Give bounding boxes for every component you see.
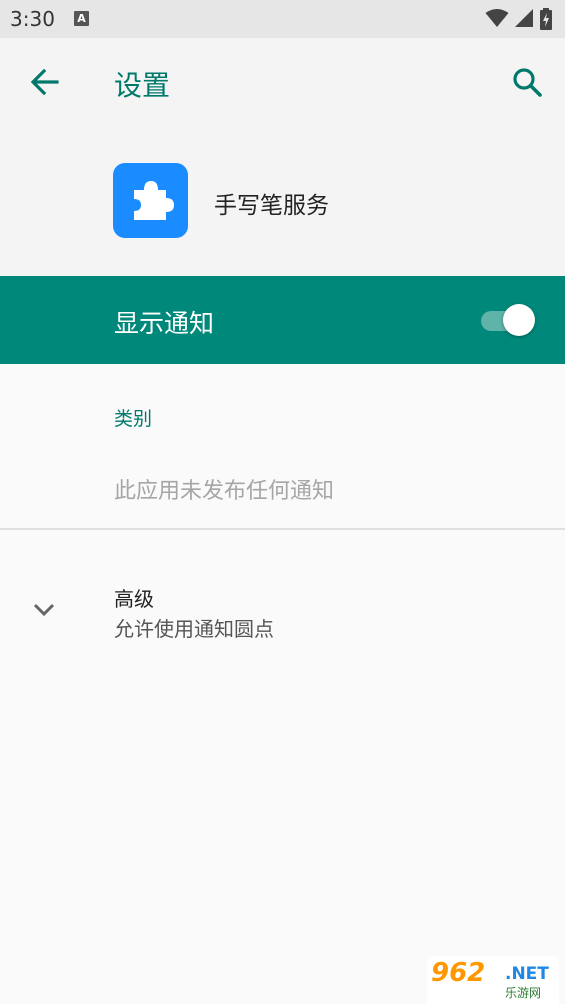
status-icons bbox=[481, 8, 553, 30]
search-icon bbox=[513, 68, 542, 97]
battery-icon bbox=[540, 8, 552, 30]
watermark-logo: 962 .NET 乐游网 bbox=[427, 956, 559, 1004]
app-icon bbox=[113, 163, 188, 238]
back-button[interactable] bbox=[25, 62, 65, 102]
wifi-icon bbox=[485, 9, 509, 27]
switch-thumb bbox=[503, 304, 535, 336]
toggle-label: 显示通知 bbox=[114, 309, 215, 338]
a-icon: A bbox=[74, 11, 89, 26]
status-time: 3:30 bbox=[10, 7, 55, 31]
show-notifications-toggle-row[interactable]: 显示通知 bbox=[0, 276, 565, 364]
app-bar: 设置 bbox=[0, 38, 565, 126]
divider bbox=[0, 528, 565, 530]
status-bar: 3:30 A bbox=[0, 0, 565, 38]
puzzle-icon bbox=[134, 181, 174, 220]
watermark-number: 962 bbox=[431, 958, 486, 988]
empty-message: 此应用未发布任何通知 bbox=[114, 479, 335, 504]
chevron-down-icon bbox=[33, 603, 55, 617]
watermark-net: .NET bbox=[505, 964, 549, 984]
app-name: 手写笔服务 bbox=[214, 193, 329, 219]
watermark-subtitle: 乐游网 bbox=[505, 986, 542, 1000]
notifications-switch[interactable] bbox=[481, 304, 535, 336]
signal-icon bbox=[515, 9, 533, 27]
app-header: 手写笔服务 bbox=[0, 126, 565, 276]
search-button[interactable] bbox=[507, 62, 547, 102]
category-heading: 类别 bbox=[114, 408, 153, 430]
arrow-left-icon bbox=[30, 68, 59, 96]
advanced-summary: 允许使用通知圆点 bbox=[114, 617, 274, 641]
page-title: 设置 bbox=[114, 69, 171, 102]
advanced-row[interactable]: 高级 允许使用通知圆点 bbox=[0, 560, 565, 660]
advanced-title: 高级 bbox=[114, 587, 154, 611]
